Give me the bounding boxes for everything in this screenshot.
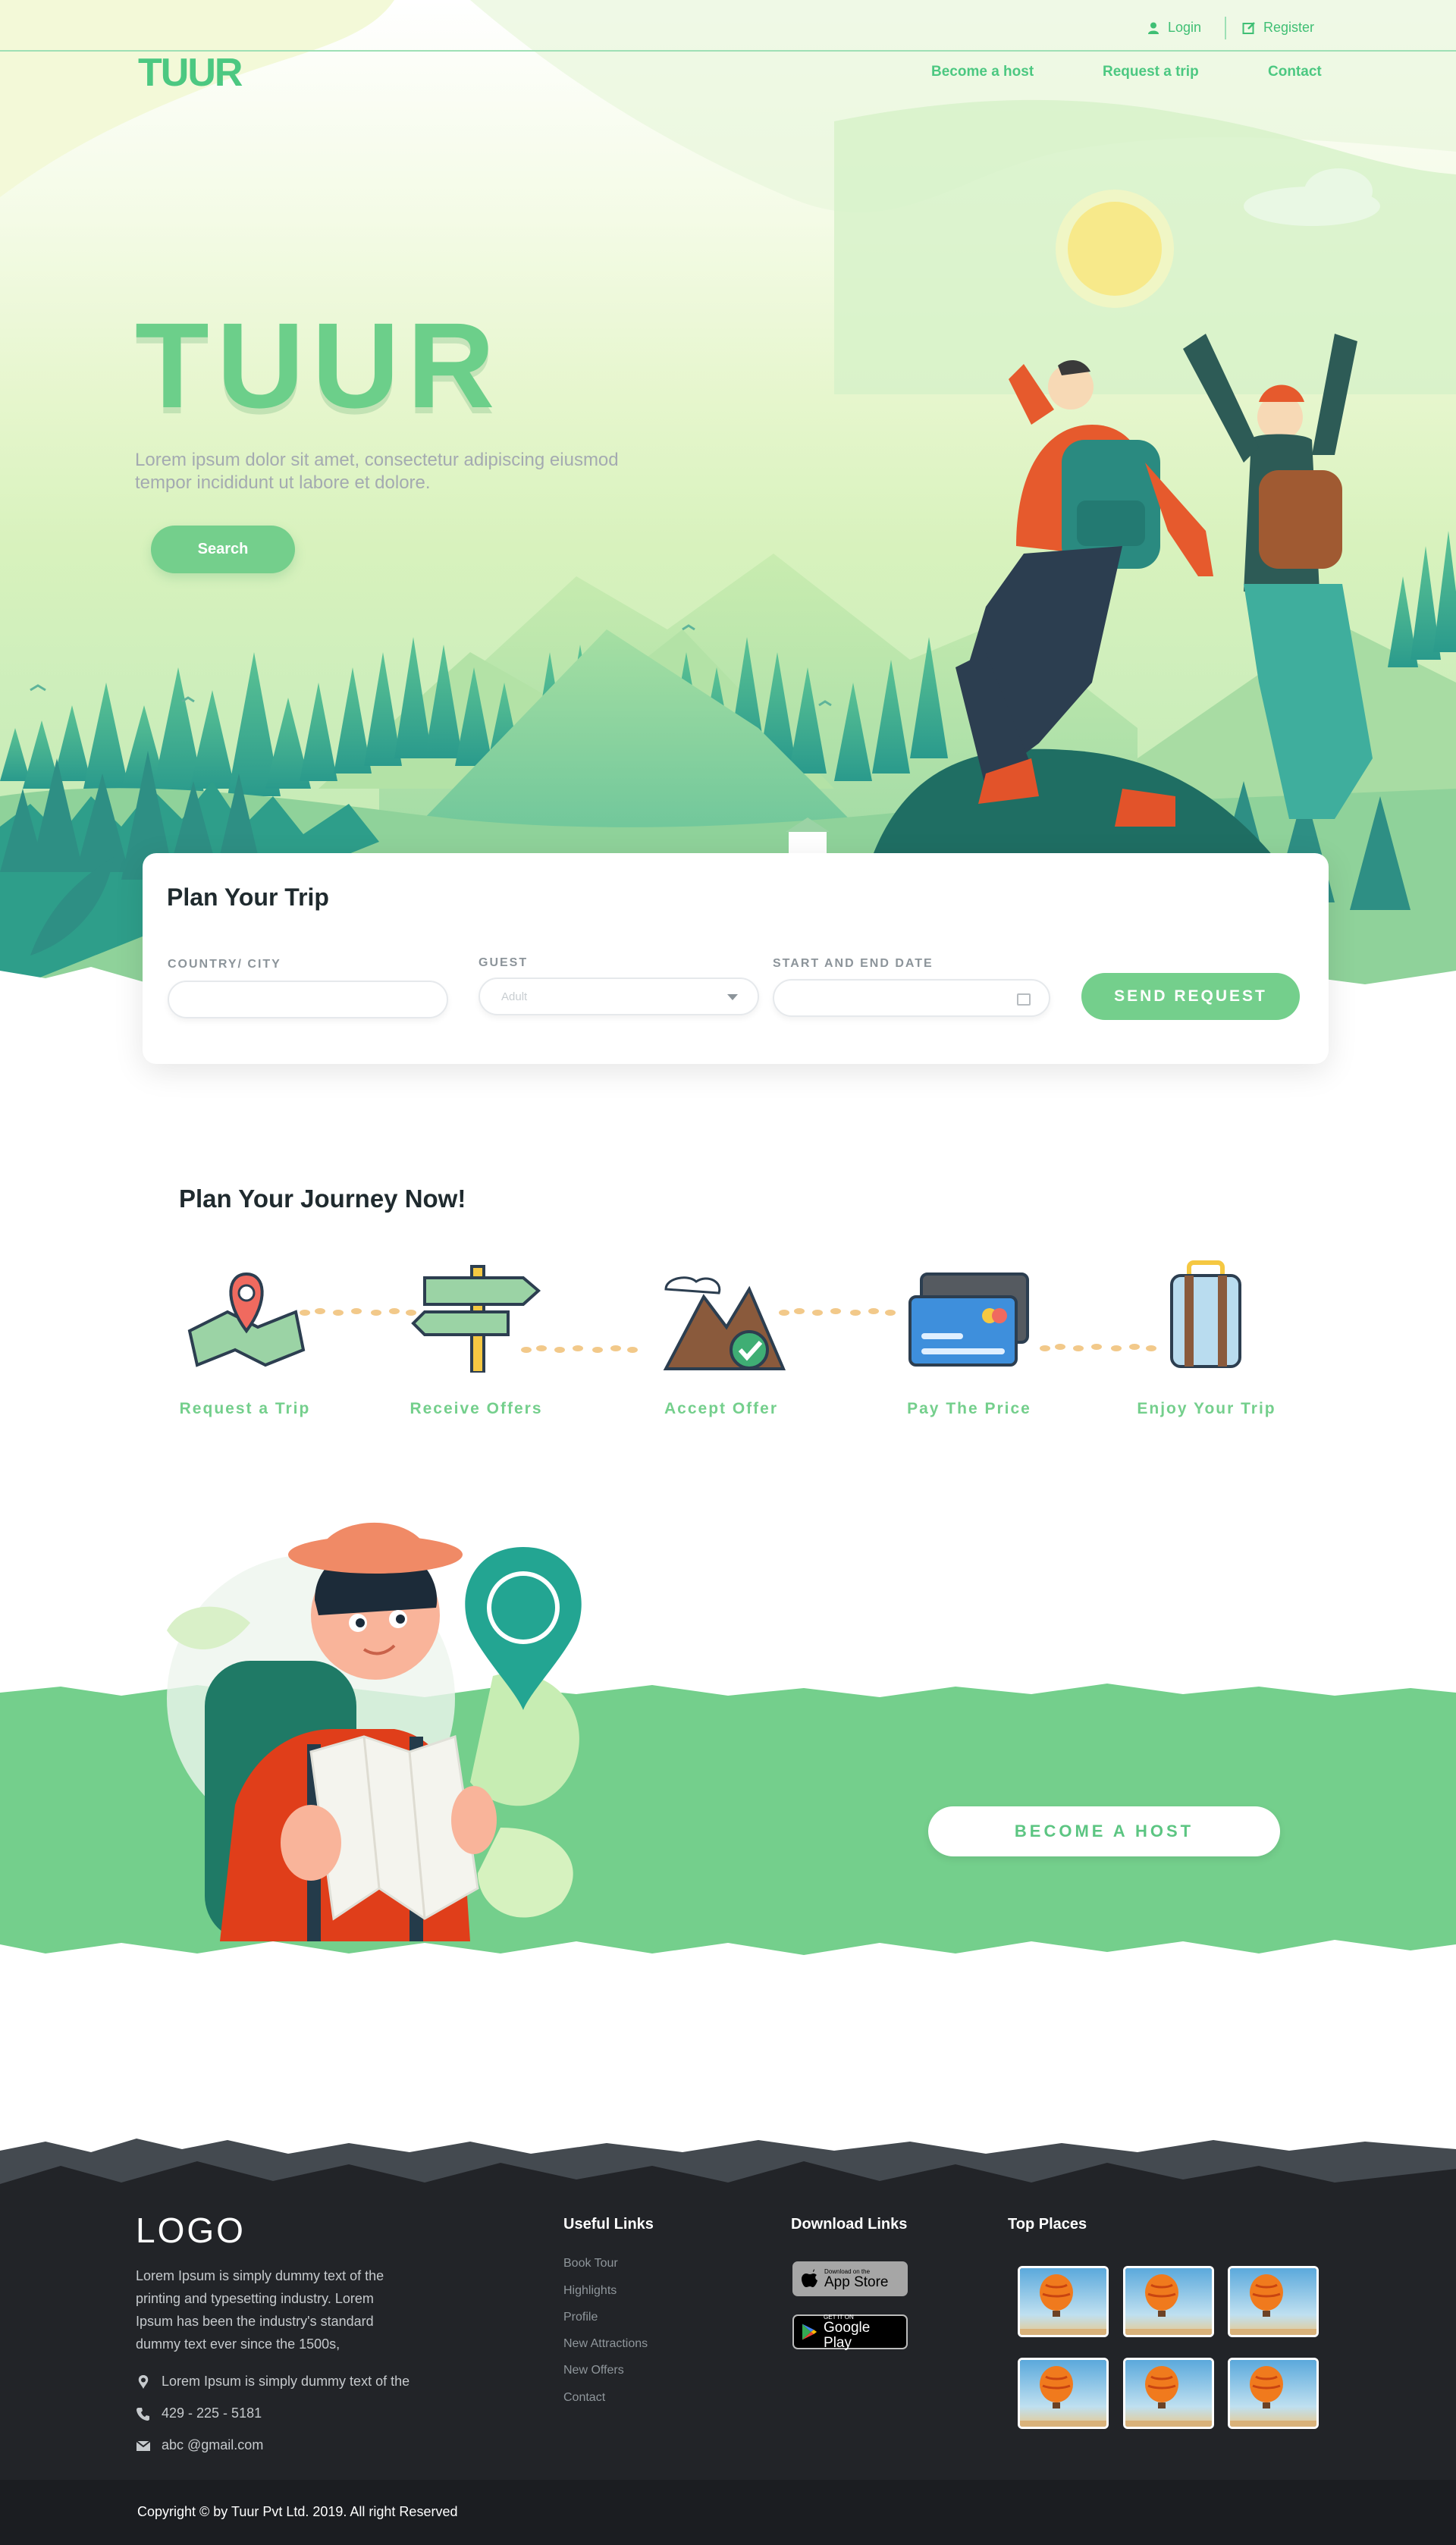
footer-phone: 429 - 225 - 5181 bbox=[136, 2405, 262, 2421]
footer-description: Lorem Ipsum is simply dummy text of the … bbox=[136, 2268, 384, 2352]
hero-section: Login Register TUUR Become a host Reques… bbox=[0, 0, 1456, 993]
calendar-icon bbox=[1017, 993, 1031, 1006]
footer-link-book-tour[interactable]: Book Tour bbox=[563, 2257, 618, 2270]
top-place-thumbnail[interactable] bbox=[1123, 2266, 1214, 2337]
plan-trip-card: Plan Your Trip COUNTRY/ CITY GUEST Adult… bbox=[143, 853, 1329, 1064]
top-place-thumbnail[interactable] bbox=[1123, 2358, 1214, 2429]
step-label-receive: Receive Offers bbox=[410, 1400, 543, 1417]
send-request-button[interactable]: SEND REQUEST bbox=[1081, 973, 1300, 1020]
apple-icon bbox=[802, 2269, 817, 2287]
step-label-enjoy: Enjoy Your Trip bbox=[1137, 1400, 1276, 1417]
guest-select[interactable]: Adult bbox=[479, 978, 759, 1015]
register-label: Register bbox=[1263, 20, 1315, 35]
top-bar bbox=[0, 0, 1456, 52]
email-text: abc @gmail.com bbox=[162, 2437, 264, 2452]
footer-link-contact[interactable]: Contact bbox=[563, 2391, 605, 2405]
google-play-icon bbox=[802, 2324, 817, 2340]
phone-text: 429 - 225 - 5181 bbox=[162, 2405, 262, 2421]
path-dots bbox=[521, 1345, 638, 1353]
footer-logo[interactable]: LOGO bbox=[136, 2210, 246, 2251]
nav-become-host[interactable]: Become a host bbox=[931, 64, 1034, 80]
step-label-request: Request a Trip bbox=[179, 1400, 311, 1417]
footer-link-new-attractions[interactable]: New Attractions bbox=[563, 2337, 648, 2351]
google-play-big: Google Play bbox=[824, 2319, 871, 2351]
app-store-badge[interactable]: Download on the App Store bbox=[792, 2261, 908, 2296]
chevron-down-icon bbox=[727, 994, 738, 1000]
path-dots bbox=[779, 1308, 896, 1316]
download-links-title: Download Links bbox=[791, 2216, 908, 2233]
hot-air-balloon-image bbox=[1230, 2360, 1316, 2427]
hot-air-balloon-image bbox=[1125, 2268, 1212, 2335]
footer-email: abc @gmail.com bbox=[136, 2437, 263, 2453]
hero-subtitle: Lorem ipsum dolor sit amet, consectetur … bbox=[135, 450, 619, 493]
hot-air-balloon-image bbox=[1230, 2268, 1316, 2335]
top-place-thumbnail[interactable] bbox=[1228, 2358, 1319, 2429]
step-label-accept: Accept Offer bbox=[664, 1400, 779, 1417]
location-pin-icon bbox=[138, 2374, 149, 2389]
traveler-illustration bbox=[167, 1522, 582, 1941]
top-place-thumbnail[interactable] bbox=[1228, 2266, 1319, 2337]
journey-title: Plan Your Journey Now! bbox=[179, 1185, 466, 1213]
footer-link-profile[interactable]: Profile bbox=[563, 2311, 598, 2324]
top-places-title: Top Places bbox=[1008, 2216, 1087, 2233]
footer-link-new-offers[interactable]: New Offers bbox=[563, 2364, 624, 2377]
hot-air-balloon-image bbox=[1125, 2360, 1212, 2427]
phone-icon bbox=[136, 2407, 149, 2421]
country-label: COUNTRY/ CITY bbox=[168, 958, 281, 971]
suitcase-icon bbox=[1170, 1260, 1241, 1368]
credit-card-icon bbox=[908, 1272, 1029, 1367]
login-link[interactable]: Login bbox=[1147, 20, 1201, 36]
footer-address: Lorem Ipsum is simply dummy text of the bbox=[136, 2374, 410, 2390]
become-host-button[interactable]: BECOME A HOST bbox=[928, 1806, 1280, 1856]
app-store-big: App Store bbox=[824, 2274, 889, 2290]
edit-icon bbox=[1242, 21, 1255, 34]
mail-icon bbox=[136, 2440, 151, 2451]
hero-illustration bbox=[0, 0, 1456, 993]
path-dots bbox=[300, 1308, 416, 1316]
nav-contact[interactable]: Contact bbox=[1268, 64, 1322, 80]
login-label: Login bbox=[1168, 20, 1202, 35]
hot-air-balloon-image bbox=[1020, 2268, 1106, 2335]
guest-label: GUEST bbox=[479, 956, 529, 969]
page: Login Register TUUR Become a host Reques… bbox=[0, 0, 1456, 2545]
useful-links-title: Useful Links bbox=[563, 2216, 654, 2233]
country-input[interactable] bbox=[168, 981, 448, 1018]
search-button[interactable]: Search bbox=[151, 526, 295, 573]
google-play-badge[interactable]: GET IT ON Google Play bbox=[792, 2314, 908, 2351]
date-input[interactable] bbox=[773, 979, 1050, 1017]
hero-title: TUUR bbox=[135, 297, 503, 433]
site-logo[interactable]: TUUR bbox=[138, 50, 243, 96]
nav-request-trip[interactable]: Request a trip bbox=[1103, 64, 1199, 80]
address-text: Lorem Ipsum is simply dummy text of the bbox=[162, 2374, 410, 2389]
copyright-text: Copyright © by Tuur Pvt Ltd. 2019. All r… bbox=[137, 2504, 458, 2519]
footer-link-highlights[interactable]: Highlights bbox=[563, 2284, 617, 2298]
top-place-thumbnail[interactable] bbox=[1018, 2266, 1109, 2337]
user-icon bbox=[1148, 22, 1159, 34]
step-label-pay: Pay The Price bbox=[907, 1400, 1031, 1417]
top-place-thumbnail[interactable] bbox=[1018, 2358, 1109, 2429]
hot-air-balloon-image bbox=[1020, 2360, 1106, 2427]
register-link[interactable]: Register bbox=[1242, 20, 1314, 36]
guest-selected: Adult bbox=[501, 990, 528, 1003]
date-label: START AND END DATE bbox=[773, 957, 934, 970]
topbar-divider bbox=[1225, 17, 1226, 39]
plan-title: Plan Your Trip bbox=[167, 883, 329, 911]
